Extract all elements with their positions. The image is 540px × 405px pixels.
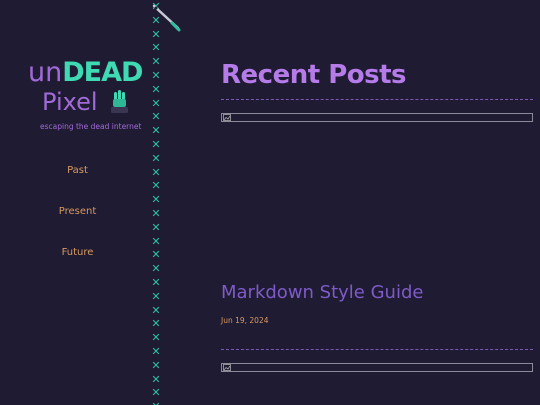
logo-dead: DEAD: [62, 57, 143, 88]
site-logo[interactable]: unDEAD Pixel escaping the dead internet: [28, 58, 143, 132]
stitch-mark: ✕: [151, 331, 161, 345]
post-date: Jun 19, 2024: [221, 316, 269, 325]
cross-stitch-border: ✕✕✕✕✕✕✕✕✕✕✕✕✕✕✕✕✕✕✕✕✕✕✕✕✕✕✕✕✕✕: [149, 0, 163, 405]
logo-un: un: [28, 57, 63, 88]
stitch-mark: ✕: [151, 124, 161, 138]
stitch-mark: ✕: [151, 41, 161, 55]
stitch-mark: ✕: [151, 275, 161, 289]
stitch-mark: ✕: [151, 55, 161, 69]
stitch-mark: ✕: [151, 137, 161, 151]
page-title: Recent Posts: [221, 60, 407, 90]
nav-item-future[interactable]: Future: [0, 245, 155, 286]
stitch-mark: ✕: [151, 234, 161, 248]
title-divider: [221, 99, 533, 100]
stitch-mark: ✕: [151, 179, 161, 193]
post-cover-image[interactable]: [221, 113, 533, 122]
stitch-mark: ✕: [149, 400, 163, 405]
stitch-mark: ✕: [151, 262, 161, 276]
stitch-mark: ✕: [151, 68, 161, 82]
main-nav: Past Present Future: [0, 163, 155, 286]
stitch-mark: ✕: [151, 151, 161, 165]
stitch-mark: ✕: [151, 248, 161, 262]
nav-item-past[interactable]: Past: [0, 163, 155, 204]
site-tagline: escaping the dead internet: [40, 122, 142, 131]
next-post-cover-image[interactable]: [221, 363, 533, 372]
stitch-mark: ✕: [151, 206, 161, 220]
stitch-mark: ✕: [151, 82, 161, 96]
main-content: Recent Posts Markdown Style Guide Jun 19…: [221, 0, 533, 405]
broken-image-icon: [223, 114, 231, 121]
stitch-mark: ✕: [151, 358, 161, 372]
stitch-mark: ✕: [151, 289, 161, 303]
sidebar: unDEAD Pixel escaping the dead internet …: [0, 0, 150, 405]
stitch-mark: ✕: [151, 110, 161, 124]
stitch-mark: ✕: [151, 344, 161, 358]
stitch-mark: ✕: [151, 96, 161, 110]
post-title[interactable]: Markdown Style Guide: [221, 282, 423, 303]
logo-pixel: Pixel: [42, 88, 98, 116]
needle-icon: [152, 4, 181, 32]
post-divider: [221, 349, 533, 350]
nav-item-present[interactable]: Present: [0, 204, 155, 245]
stitch-mark: ✕: [151, 165, 161, 179]
page: unDEAD Pixel escaping the dead internet …: [0, 0, 540, 405]
stitch-mark: ✕: [151, 193, 161, 207]
zombie-hand-icon: [111, 90, 128, 113]
stitch-mark: ✕: [151, 372, 161, 386]
logo-wordmark: unDEAD: [28, 57, 143, 88]
stitch-mark: ✕: [151, 303, 161, 317]
broken-image-icon: [223, 364, 231, 371]
stitch-mark: ✕: [151, 317, 161, 331]
stitch-mark: ✕: [151, 386, 161, 400]
stitch-mark: ✕: [151, 220, 161, 234]
